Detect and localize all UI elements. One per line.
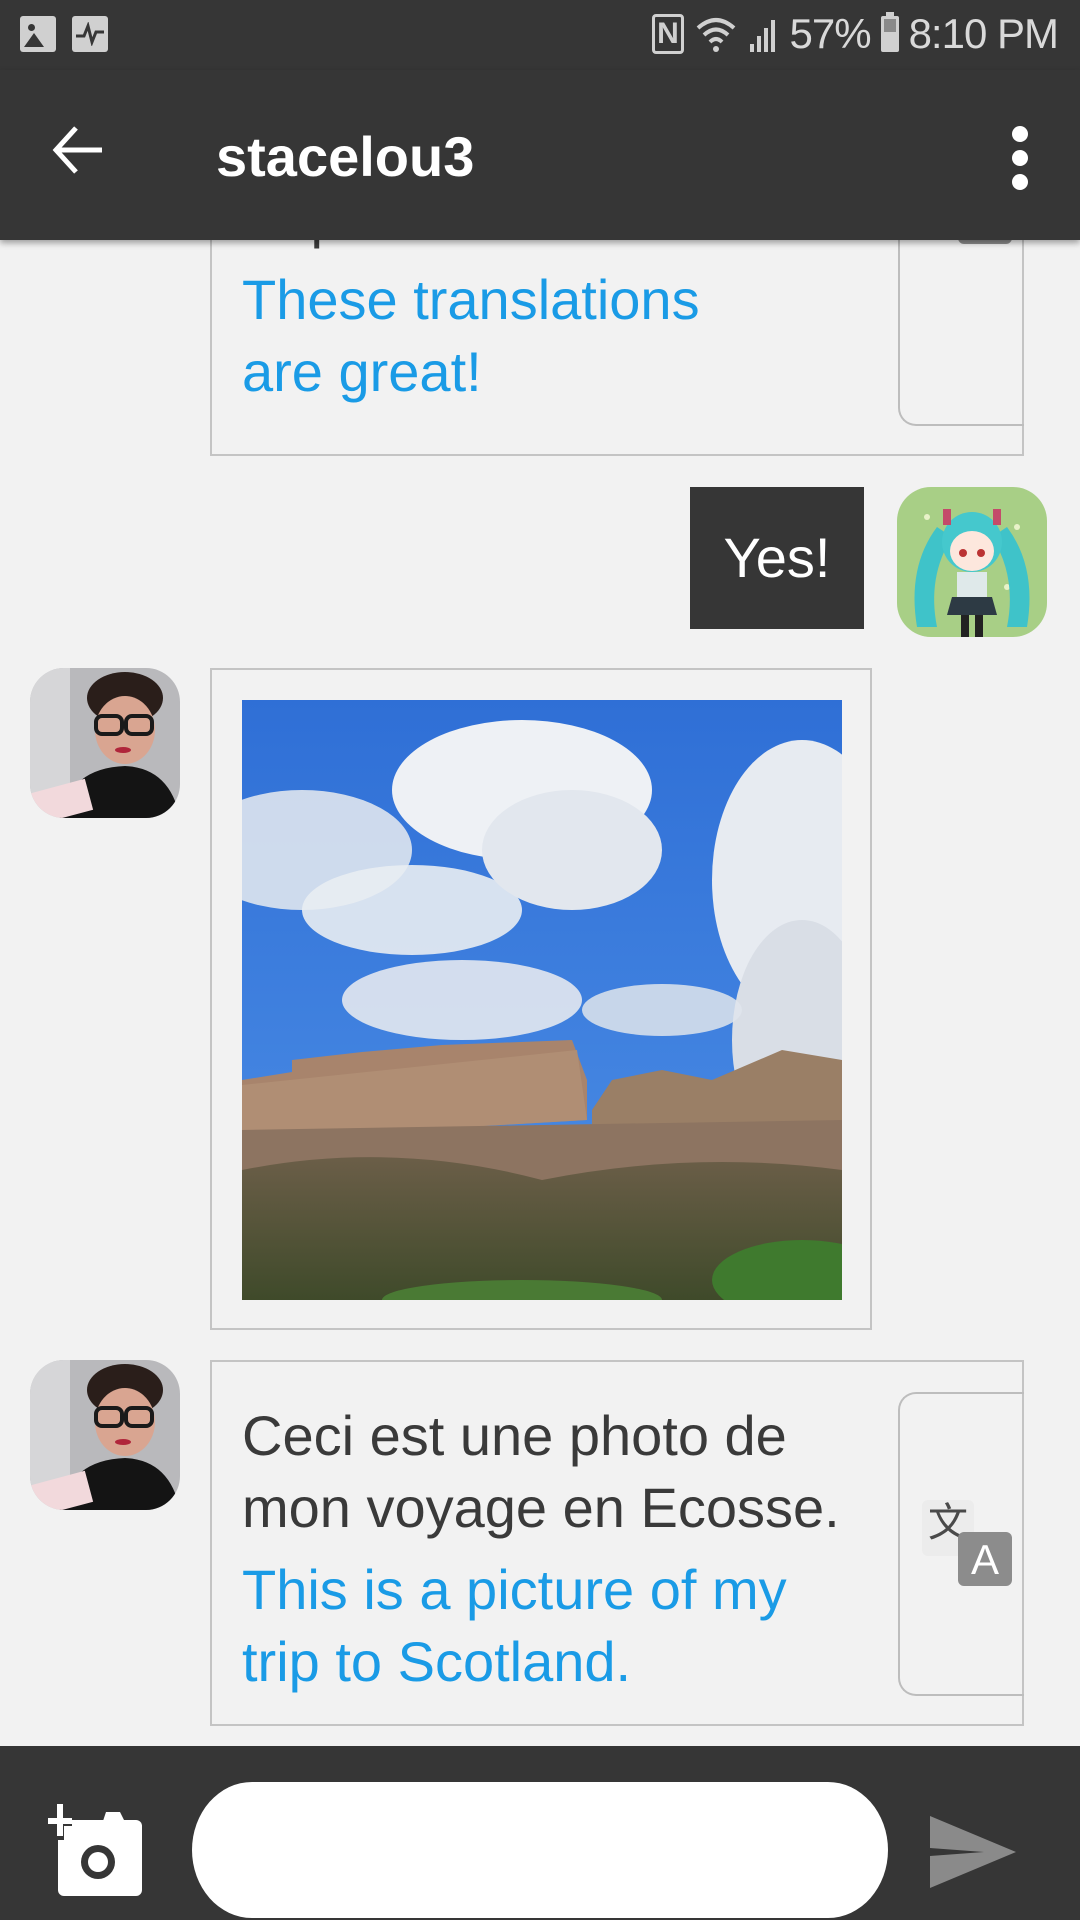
add-photo-button[interactable]: [46, 1802, 146, 1900]
translate-icon[interactable]: 文 A: [922, 1500, 1012, 1590]
photo-message-bubble[interactable]: [210, 668, 872, 1330]
send-button[interactable]: [928, 1816, 1018, 1888]
contact-avatar-image: [30, 668, 180, 818]
pulse-notification-icon: [72, 16, 108, 52]
message-list[interactable]: Super! These translations are great! 文 A…: [0, 240, 1080, 1746]
my-avatar[interactable]: [897, 487, 1047, 637]
sent-message-bubble[interactable]: Yes!: [690, 487, 864, 629]
message-input[interactable]: [192, 1782, 888, 1918]
contact-avatar[interactable]: [30, 668, 180, 818]
more-options-button[interactable]: [1000, 126, 1040, 196]
castle-photo-image: [242, 700, 842, 1300]
original-text: Ceci est une photo de mon voyage en Ecos…: [242, 1404, 840, 1539]
original-text: Super!: [242, 240, 407, 254]
translate-icon[interactable]: 文 A: [922, 240, 1012, 248]
status-bar: N 57% 8:10 PM: [0, 0, 1080, 70]
conversation-title: stacelou3: [216, 125, 475, 188]
contact-avatar[interactable]: [30, 1360, 180, 1510]
shared-photo[interactable]: [242, 700, 842, 1300]
app-bar: stacelou3: [0, 70, 1080, 240]
contact-avatar-image: [30, 1360, 180, 1510]
translated-text: This is a picture of my trip to Scotland…: [242, 1558, 787, 1693]
translated-text: These translations are great!: [242, 268, 700, 403]
battery-icon: [880, 12, 899, 52]
add-photo-icon: [46, 1802, 142, 1896]
received-message-bubble[interactable]: Ceci est une photo de mon voyage en Ecos…: [210, 1360, 1024, 1726]
translation-panel: [898, 240, 1024, 426]
anime-character-avatar-image: [897, 487, 1047, 637]
back-button[interactable]: [50, 122, 120, 192]
arrow-left-icon: [52, 126, 102, 174]
received-message-bubble[interactable]: Super! These translations are great! 文 A: [210, 240, 1024, 456]
clock: 8:10 PM: [908, 10, 1059, 57]
send-icon: [930, 1816, 1016, 1888]
signal-icon: [749, 20, 775, 52]
composer-bar: [0, 1746, 1080, 1920]
wifi-icon: [696, 18, 735, 52]
gallery-notification-icon: [20, 16, 56, 52]
more-vert-icon: [1012, 126, 1028, 142]
nfc-icon: N: [651, 14, 684, 54]
sent-message-text: Yes!: [723, 526, 831, 589]
battery-percent: 57%: [789, 10, 872, 57]
